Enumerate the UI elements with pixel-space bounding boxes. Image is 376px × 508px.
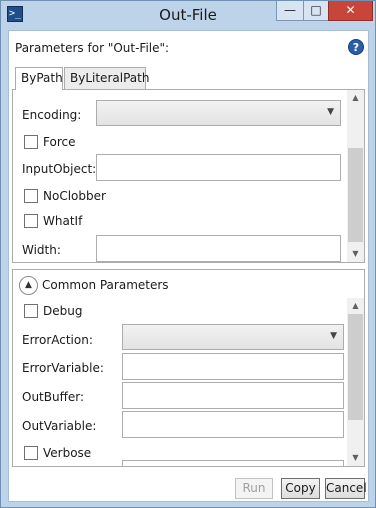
verbose-checkbox[interactable] [24, 446, 38, 460]
inputobject-input[interactable] [96, 154, 341, 181]
whatif-checkbox[interactable] [24, 214, 38, 228]
dialog-body: Parameters for "Out-File": ? ByPath ByLi… [8, 30, 369, 502]
common-scrollbar[interactable]: ▲ ▼ [347, 298, 364, 466]
outbuffer-label: OutBuffer: [22, 390, 85, 404]
scroll-down-icon[interactable]: ▼ [347, 450, 364, 466]
tab-bypath[interactable]: ByPath [15, 67, 63, 90]
scroll-thumb[interactable] [348, 314, 363, 420]
scroll-up-icon[interactable]: ▲ [347, 90, 364, 106]
width-input[interactable] [96, 235, 341, 262]
partial-hidden-input[interactable] [122, 460, 344, 466]
window-frame: >_ Out-File — □ ✕ Parameters for "Out-Fi… [0, 0, 376, 508]
chevron-down-icon: ▼ [330, 331, 337, 341]
verbose-label: Verbose [43, 446, 92, 460]
collapse-chevron-icon[interactable]: ▲ [19, 276, 38, 295]
bypath-panel: Encoding: ▼ Force InputObject: NoClobber… [12, 89, 365, 263]
noclobber-label: NoClobber [43, 189, 106, 203]
outvariable-label: OutVariable: [22, 419, 97, 433]
outvariable-input[interactable] [122, 411, 344, 438]
parameters-heading: Parameters for "Out-File": [15, 41, 170, 55]
scroll-thumb[interactable] [348, 148, 363, 242]
errorvariable-input[interactable] [122, 353, 344, 380]
close-button[interactable]: ✕ [328, 1, 373, 21]
outbuffer-input[interactable] [122, 382, 344, 409]
help-icon[interactable]: ? [348, 39, 364, 55]
inputobject-label: InputObject: [22, 162, 97, 176]
bypath-scrollbar[interactable]: ▲ ▼ [347, 90, 364, 262]
encoding-dropdown[interactable]: ▼ [96, 100, 341, 126]
chevron-down-icon: ▼ [327, 107, 334, 117]
erroraction-label: ErrorAction: [22, 333, 93, 347]
width-label: Width: [22, 243, 61, 257]
encoding-label: Encoding: [22, 108, 82, 122]
force-checkbox[interactable] [24, 135, 38, 149]
errorvariable-label: ErrorVariable: [22, 361, 104, 375]
debug-label: Debug [43, 304, 83, 318]
copy-button[interactable]: Copy [281, 478, 320, 499]
tab-byliteralpath[interactable]: ByLiteralPath [64, 67, 149, 89]
scroll-up-icon[interactable]: ▲ [347, 298, 364, 314]
common-parameters-section: ▲ Common Parameters Debug ErrorAction: ▼… [12, 269, 365, 467]
noclobber-checkbox[interactable] [24, 189, 38, 203]
common-parameters-title: Common Parameters [42, 278, 169, 292]
whatif-label: WhatIf [43, 214, 83, 228]
title-bar[interactable]: >_ Out-File — □ ✕ [1, 1, 375, 29]
debug-checkbox[interactable] [24, 304, 38, 318]
maximize-button[interactable]: □ [303, 1, 328, 21]
erroraction-dropdown[interactable]: ▼ [122, 324, 344, 350]
force-label: Force [43, 135, 76, 149]
cancel-button[interactable]: Cancel [325, 478, 367, 499]
run-button[interactable]: Run [235, 478, 273, 499]
scroll-down-icon[interactable]: ▼ [347, 246, 364, 262]
minimize-button[interactable]: — [276, 1, 303, 21]
